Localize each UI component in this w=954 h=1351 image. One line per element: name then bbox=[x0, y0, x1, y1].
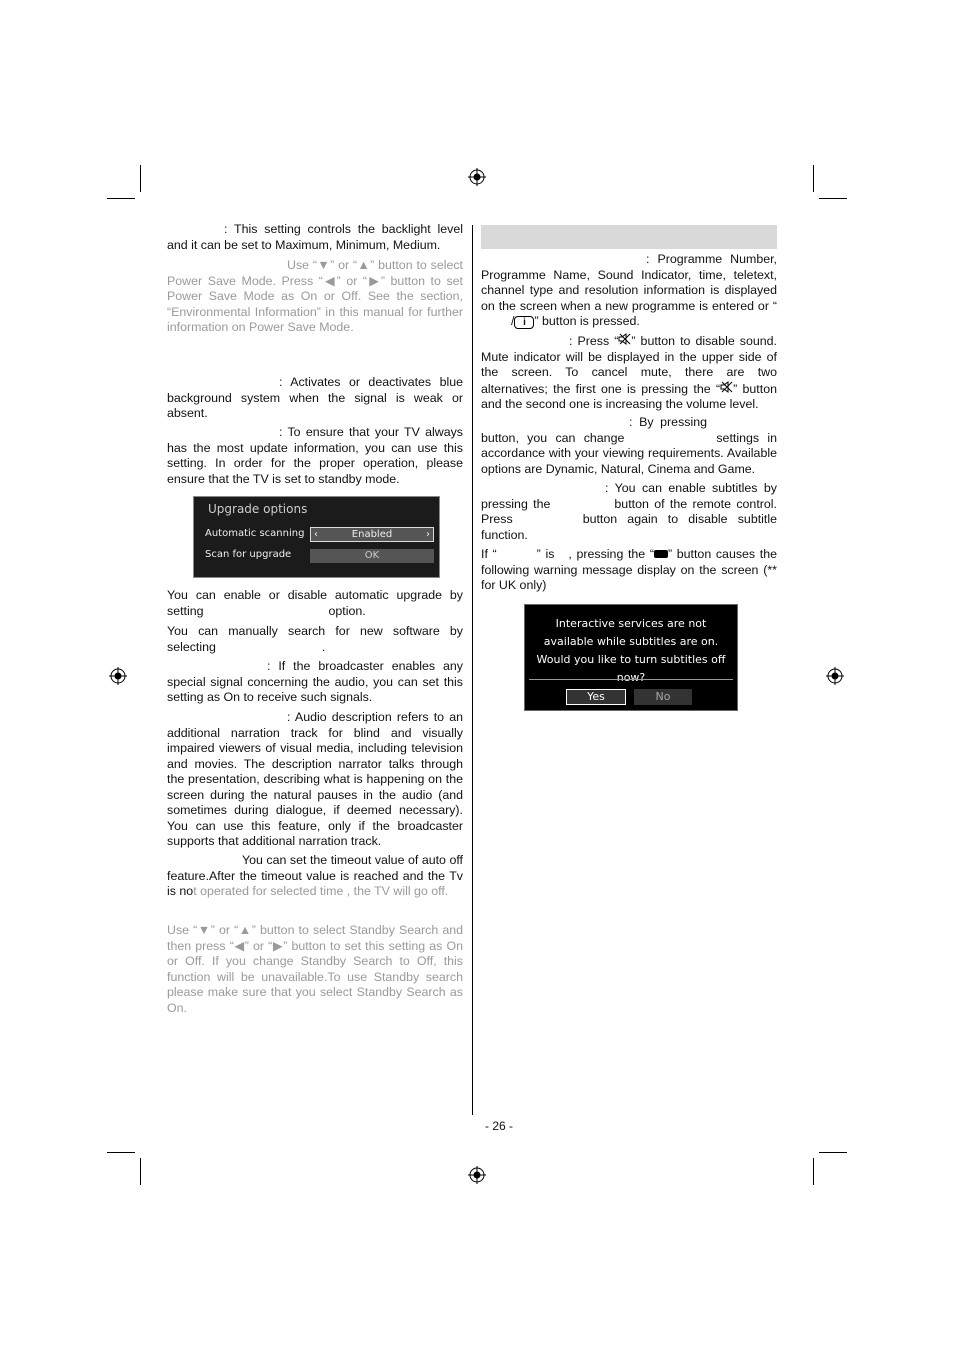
text: option. bbox=[328, 603, 366, 618]
registration-mark-icon bbox=[468, 1166, 486, 1184]
backlight-text: : This setting controls the backlight le… bbox=[167, 222, 463, 252]
text: : Press “ bbox=[569, 334, 619, 348]
warning-text: If “” is, pressing the “” button causes … bbox=[481, 547, 777, 594]
info-banner-text: : Programme Number, Programme Name, Soun… bbox=[481, 252, 777, 330]
software-upgrade-text: : To ensure that your TV always has the … bbox=[167, 425, 463, 486]
subtitle-warning-dialog: Interactive services are not available w… bbox=[524, 604, 738, 711]
subtitle-text: : You can enable subtitles by pressing t… bbox=[481, 481, 777, 543]
text: , pressing the “ bbox=[568, 547, 654, 561]
crop-mark bbox=[140, 165, 141, 192]
hard-of-hearing-text: : If the broadcaster enables any special… bbox=[167, 659, 463, 704]
power-save-text: Use “▼” or “▲” button to select Power Sa… bbox=[167, 258, 463, 334]
column-divider bbox=[472, 225, 473, 1115]
yes-button[interactable]: Yes bbox=[566, 689, 626, 705]
menu-title: Upgrade options bbox=[208, 502, 308, 516]
text: : By pressing bbox=[629, 415, 707, 429]
audio-description-text: : Audio description refers to an additio… bbox=[167, 710, 463, 848]
crop-mark bbox=[819, 198, 847, 199]
chevron-right-icon[interactable]: › bbox=[426, 528, 430, 541]
crop-mark bbox=[107, 198, 135, 199]
dialog-message: Interactive services are not available w… bbox=[536, 617, 726, 684]
page-number: - 26 - bbox=[485, 1119, 514, 1133]
auto-off-text: You can set the timeout value of auto of… bbox=[167, 853, 463, 900]
automatic-scanning-selector[interactable]: ‹ Enabled › bbox=[310, 527, 434, 542]
registration-mark-icon bbox=[826, 667, 844, 685]
auto-upgrade-text: You can enable or disable automatic upgr… bbox=[167, 588, 463, 619]
crop-mark bbox=[140, 1158, 141, 1185]
mute-text: : Press “” button to disable sound. Mute… bbox=[481, 333, 777, 413]
upgrade-options-menu: Upgrade options Automatic scanning ‹ Ena… bbox=[193, 496, 440, 578]
info-icon: i bbox=[514, 316, 535, 329]
picture-mode-text: : By pressing button, you can change sett… bbox=[481, 415, 777, 477]
selector-value: Enabled bbox=[351, 529, 393, 540]
dialog-divider bbox=[529, 679, 733, 680]
text: You can manually search for new software… bbox=[167, 624, 463, 654]
scan-ok-button[interactable]: OK bbox=[310, 549, 434, 563]
menu-label-automatic-scanning: Automatic scanning bbox=[205, 528, 305, 539]
blue-background-text: : Activates or deactivates blue backgrou… bbox=[167, 375, 463, 420]
text: : Programme Number, Programme Name, Soun… bbox=[481, 252, 777, 313]
subtitle-button-icon bbox=[653, 550, 668, 558]
text: ” button is pressed. bbox=[534, 314, 640, 328]
crop-mark bbox=[819, 1152, 847, 1153]
no-button[interactable]: No bbox=[634, 689, 692, 705]
text: button, you can change bbox=[481, 430, 625, 445]
text: . bbox=[321, 639, 326, 654]
mute-icon bbox=[720, 380, 733, 393]
manual-page: : This setting controls the backlight le… bbox=[0, 0, 954, 1351]
section-header-bar bbox=[481, 225, 777, 249]
registration-mark-icon bbox=[109, 667, 127, 685]
manual-search-text: You can manually search for new software… bbox=[167, 624, 463, 655]
text: If “ bbox=[481, 547, 497, 561]
crop-mark bbox=[813, 165, 814, 192]
text: ” is bbox=[536, 547, 555, 561]
registration-mark-icon bbox=[468, 168, 486, 186]
text: You can enable or disable automatic upgr… bbox=[167, 588, 463, 618]
text: button again to disable subtitle functio… bbox=[481, 512, 777, 542]
crop-mark bbox=[107, 1152, 135, 1153]
menu-label-scan-for-upgrade: Scan for upgrade bbox=[205, 549, 292, 560]
mute-icon bbox=[618, 333, 631, 345]
chevron-left-icon[interactable]: ‹ bbox=[314, 528, 318, 541]
text: t operated for selected time , the TV wi… bbox=[193, 884, 449, 898]
standby-search-text: Use “▼” or “▲” button to select Standby … bbox=[167, 923, 463, 1015]
crop-mark bbox=[813, 1158, 814, 1185]
